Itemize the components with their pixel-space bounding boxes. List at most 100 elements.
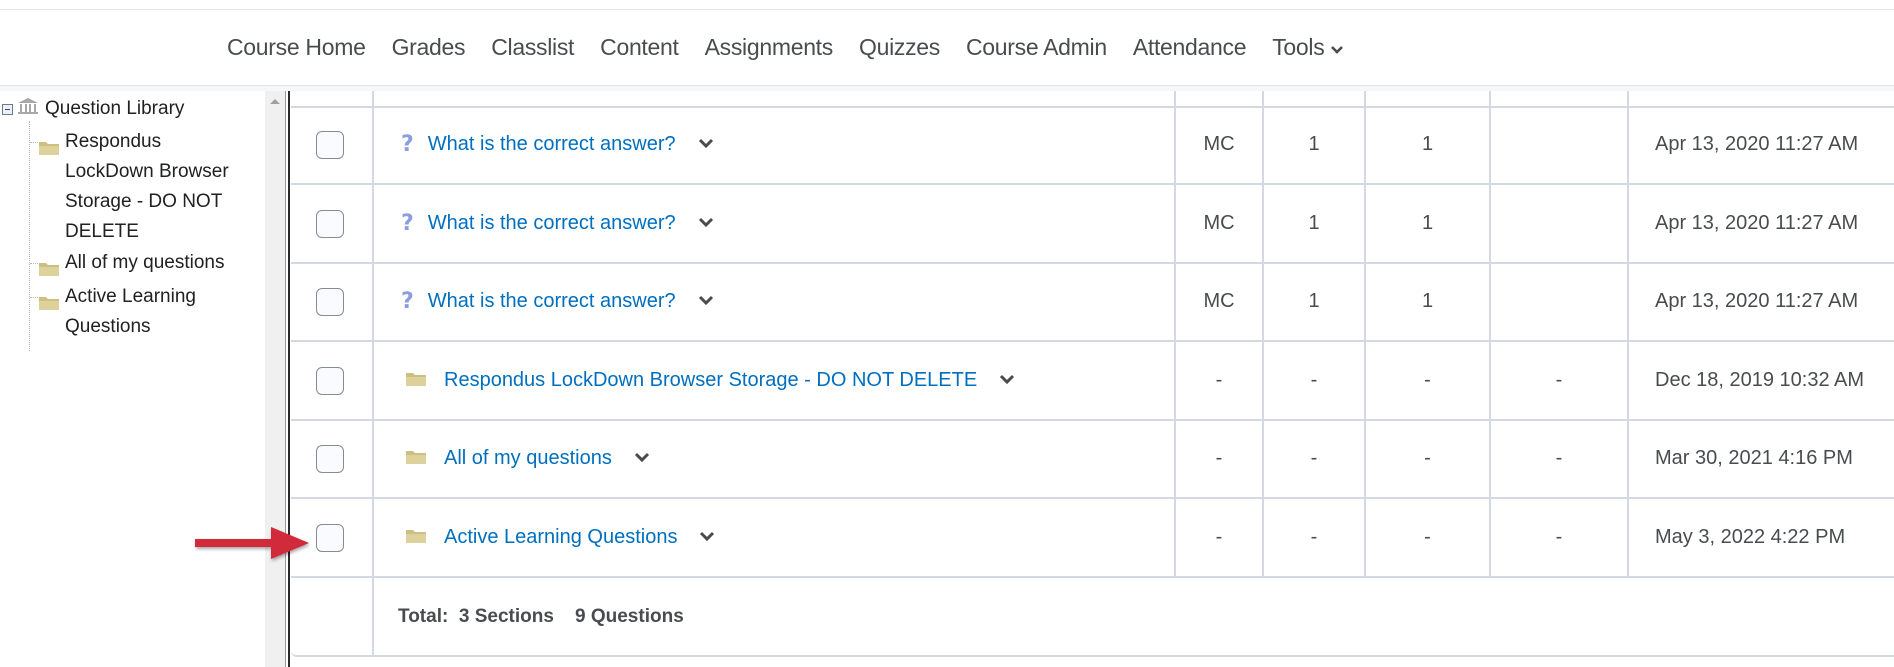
type-cell: - (1176, 499, 1262, 576)
question-link[interactable]: What is the correct answer? (428, 133, 676, 156)
nav-quizzes[interactable]: Quizzes (859, 34, 940, 61)
col-divider (1262, 91, 1264, 106)
cell-value: - (1310, 369, 1318, 391)
name-cell: ? What is the correct answer? (401, 106, 1161, 183)
value-cell: - (1366, 499, 1489, 576)
type-cell: MC (1176, 263, 1262, 340)
sidebar-scrollbar[interactable] (265, 91, 285, 667)
chevron-down-icon[interactable] (698, 136, 714, 154)
tree-branch (30, 142, 38, 143)
value-cell: - (1491, 499, 1627, 576)
question-type: - (1215, 447, 1223, 469)
question-icon: ? (401, 289, 414, 314)
question-row: ? What is the correct answer? MC 1 1 Apr 13, … (291, 263, 1894, 342)
tree-root-question-library[interactable]: Question Library (2, 97, 184, 121)
chevron-down-icon[interactable] (999, 372, 1015, 390)
chevron-down-icon (1330, 34, 1344, 61)
select-cell (316, 420, 356, 497)
cell-value: - (1310, 526, 1318, 548)
cell-value: - (1424, 369, 1431, 391)
tree-item-active-learning[interactable]: Active Learning Questions (30, 282, 255, 342)
nav-tools[interactable]: Tools (1272, 34, 1344, 61)
section-link[interactable]: Respondus LockDown Browser Storage - DO … (444, 369, 977, 392)
tree-branch (30, 297, 38, 298)
total-summary: Total: 3 Sections 9 Questions (398, 605, 684, 627)
last-modified-date: Dec 18, 2019 10:32 AM (1655, 369, 1865, 391)
value-cell: - (1491, 420, 1627, 497)
cell-value: 1 (1308, 290, 1320, 312)
question-icon: ? (401, 132, 414, 157)
question-link[interactable]: What is the correct answer? (428, 290, 676, 313)
name-cell: ? What is the correct answer? (401, 263, 1161, 340)
folder-icon (39, 290, 59, 320)
section-row: All of my questions - - - - Mar 30, 2021 4:16… (291, 420, 1894, 499)
value-cell: 1 (1264, 185, 1364, 262)
value-cell: 1 (1264, 106, 1364, 183)
row-checkbox[interactable] (316, 366, 344, 395)
value-cell: 1 (1264, 263, 1364, 340)
question-type: MC (1203, 212, 1235, 234)
type-cell: MC (1176, 185, 1262, 262)
folder-icon (39, 135, 59, 165)
folder-icon (406, 371, 426, 391)
select-cell (316, 106, 356, 183)
name-cell: ? What is the correct answer? (401, 185, 1161, 262)
question-library-tree: Question Library Respondus LockDown Brow… (0, 91, 265, 667)
row-checkbox[interactable] (316, 209, 344, 238)
question-row: ? What is the correct answer? MC 1 1 Apr 13, … (291, 106, 1894, 185)
course-navbar: Course Home Grades Classlist Content Ass… (0, 10, 1894, 86)
tree-item-respondus[interactable]: Respondus LockDown Browser Storage - DO … (30, 127, 255, 247)
col-divider (1174, 91, 1176, 106)
tree-branch (30, 263, 38, 264)
nav-course-admin[interactable]: Course Admin (966, 34, 1107, 61)
chevron-down-icon[interactable] (699, 529, 715, 547)
name-cell: Active Learning Questions (406, 499, 1166, 576)
nav-grades[interactable]: Grades (392, 34, 466, 61)
question-link[interactable]: What is the correct answer? (428, 212, 676, 235)
folder-icon (406, 528, 426, 548)
date-cell: May 3, 2022 4:22 PM (1629, 499, 1894, 576)
section-row: Respondus LockDown Browser Storage - DO … (291, 342, 1894, 421)
value-cell: - (1491, 342, 1627, 419)
row-checkbox[interactable] (316, 287, 344, 316)
date-cell: Apr 13, 2020 11:27 AM (1629, 185, 1894, 262)
row-checkbox[interactable] (316, 130, 344, 159)
chevron-down-icon[interactable] (698, 293, 714, 311)
chevron-down-icon[interactable] (634, 450, 650, 468)
col-divider (372, 91, 374, 106)
nav-assignments[interactable]: Assignments (705, 34, 834, 61)
pane-splitter[interactable] (285, 91, 290, 667)
question-type: - (1215, 369, 1223, 391)
nav-course-home[interactable]: Course Home (227, 34, 366, 61)
collapse-icon[interactable] (2, 103, 13, 115)
nav-classlist[interactable]: Classlist (491, 34, 574, 61)
bank-icon (17, 97, 39, 121)
col-divider (372, 263, 374, 340)
select-cell (316, 499, 356, 576)
section-link[interactable]: All of my questions (444, 447, 612, 470)
nav-tools-label: Tools (1272, 34, 1325, 60)
row-checkbox[interactable] (316, 444, 344, 473)
chevron-down-icon[interactable] (698, 215, 714, 233)
nav-items: Course Home Grades Classlist Content Ass… (227, 10, 1370, 85)
col-divider (372, 342, 374, 419)
nav-content[interactable]: Content (600, 34, 679, 61)
last-modified-date: Apr 13, 2020 11:27 AM (1655, 133, 1859, 155)
nav-attendance[interactable]: Attendance (1133, 34, 1247, 61)
scroll-up-arrow-icon[interactable] (270, 99, 280, 104)
col-divider (1489, 91, 1491, 106)
value-cell (1491, 185, 1627, 262)
cell-value: 1 (1308, 212, 1320, 234)
cell-value: - (1424, 526, 1431, 548)
last-modified-date: Apr 13, 2020 11:27 AM (1655, 212, 1859, 234)
type-cell: - (1176, 342, 1262, 419)
value-cell: 1 (1366, 185, 1489, 262)
tree-item-all-my-questions[interactable]: All of my questions (30, 248, 255, 278)
date-cell: Apr 13, 2020 11:27 AM (1629, 263, 1894, 340)
col-divider (372, 578, 374, 655)
cell-value: 1 (1421, 133, 1434, 155)
row-checkbox[interactable] (316, 523, 344, 552)
section-link[interactable]: Active Learning Questions (444, 526, 677, 549)
question-type: - (1215, 526, 1223, 548)
question-type: MC (1203, 290, 1235, 312)
